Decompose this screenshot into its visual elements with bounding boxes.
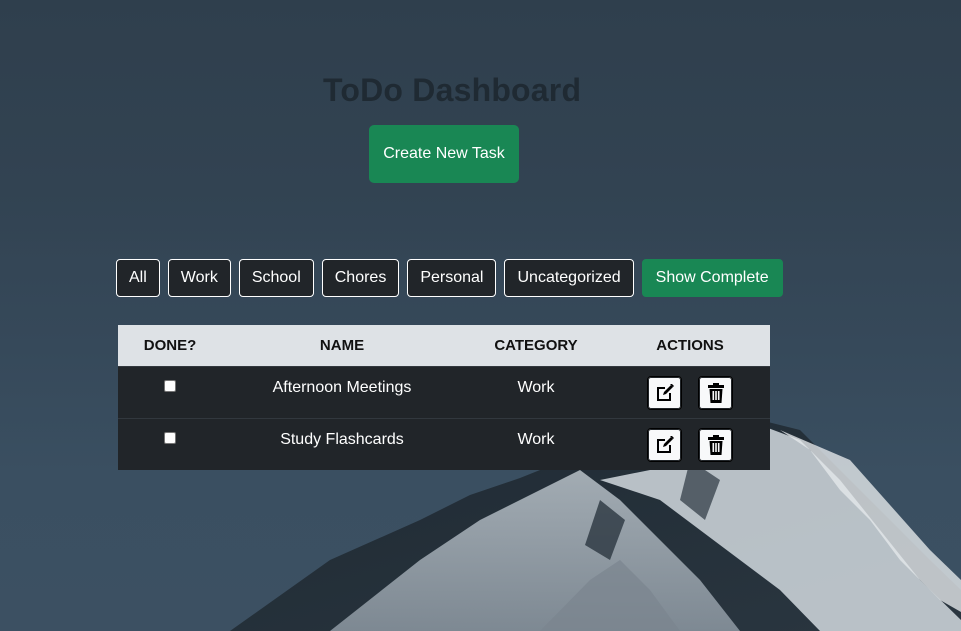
task-actions — [610, 367, 770, 418]
done-checkbox[interactable] — [164, 432, 176, 444]
done-checkbox[interactable] — [164, 380, 176, 392]
header-name: NAME — [319, 337, 365, 354]
table-header: DONE? NAME CATEGORY ACTIONS — [118, 325, 770, 366]
task-actions — [610, 419, 770, 470]
edit-icon — [656, 384, 674, 401]
trash-icon — [707, 435, 724, 455]
header-actions: ACTIONS — [656, 337, 724, 354]
task-category: Work — [517, 431, 555, 448]
table-row: Afternoon Meetings Work — [118, 366, 770, 418]
category-filter-bar: All Work School Chores Personal Uncatego… — [116, 259, 783, 297]
filter-work-button[interactable]: Work — [167, 259, 231, 297]
task-table: DONE? NAME CATEGORY ACTIONS Afternoon Me… — [118, 325, 770, 470]
delete-task-button[interactable] — [698, 428, 733, 462]
trash-icon — [707, 383, 724, 403]
table-row: Study Flashcards Work — [118, 418, 770, 470]
create-new-task-button[interactable]: Create New Task — [369, 125, 519, 183]
header-done: DONE? — [143, 337, 197, 354]
filter-chores-button[interactable]: Chores — [321, 259, 400, 297]
show-complete-button[interactable]: Show Complete — [641, 259, 783, 297]
delete-task-button[interactable] — [698, 376, 733, 410]
task-category: Work — [517, 379, 555, 396]
page-title: ToDo Dashboard — [323, 72, 582, 108]
task-name: Afternoon Meetings — [272, 379, 412, 396]
edit-icon — [656, 436, 674, 453]
filter-school-button[interactable]: School — [238, 259, 314, 297]
edit-task-button[interactable] — [647, 428, 682, 462]
edit-task-button[interactable] — [647, 376, 682, 410]
header-category: CATEGORY — [494, 337, 578, 354]
filter-uncategorized-button[interactable]: Uncategorized — [504, 259, 634, 297]
filter-all-button[interactable]: All — [116, 259, 160, 297]
filter-personal-button[interactable]: Personal — [407, 259, 497, 297]
task-name: Study Flashcards — [280, 431, 404, 448]
